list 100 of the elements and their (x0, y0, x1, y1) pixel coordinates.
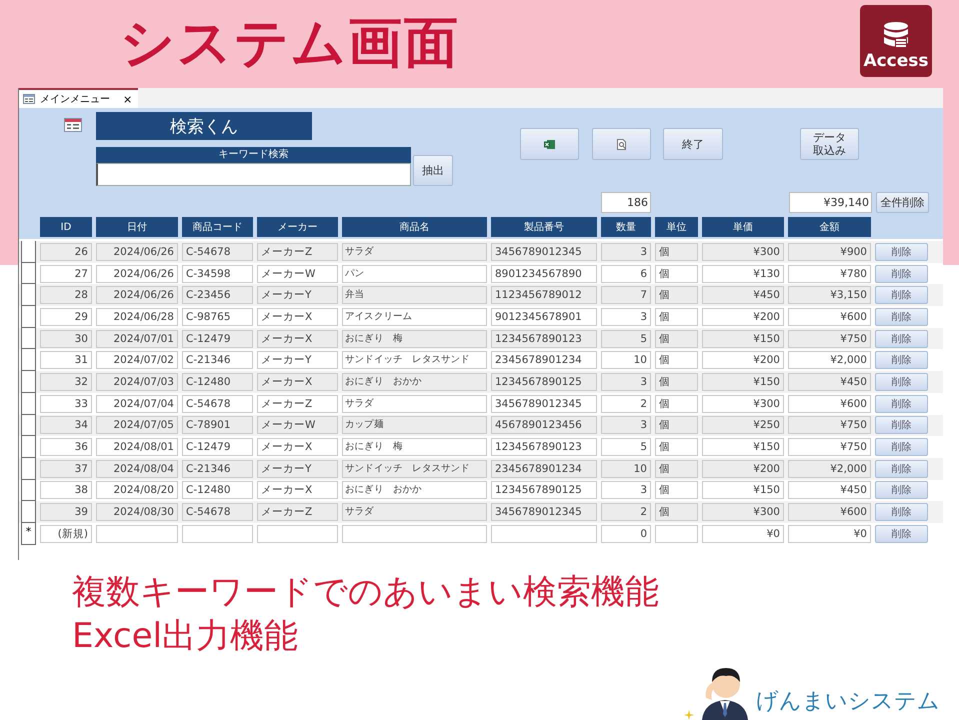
record-selector[interactable] (21, 349, 36, 372)
table-cell: 1123456789012 (491, 286, 597, 304)
table-cell: ¥3,150 (788, 286, 871, 304)
delete-button[interactable]: 削除 (875, 394, 928, 413)
table-cell: ¥2,000 (788, 351, 871, 370)
record-selector[interactable] (21, 436, 36, 458)
form-icon (64, 118, 82, 132)
delete-button[interactable]: 削除 (875, 481, 928, 500)
table-cell: ¥450 (788, 481, 871, 500)
delete-button[interactable]: 削除 (875, 330, 928, 348)
table-cell: サンドイッチ レタスサンド (342, 460, 487, 478)
table-cell: メーカーY (257, 286, 338, 304)
delete-button[interactable]: 削除 (875, 242, 928, 261)
column-header: 商品コード (182, 217, 253, 237)
table-cell: 2 (601, 394, 651, 413)
record-selector[interactable] (21, 306, 36, 328)
table-cell: C-12479 (182, 330, 253, 348)
table-cell: 29 (40, 308, 92, 326)
exit-button[interactable]: 終了 (663, 128, 723, 160)
excel-button[interactable] (520, 128, 579, 160)
table-cell: サンドイッチ レタスサンド (342, 351, 487, 370)
table-cell: ¥0 (702, 524, 784, 543)
total-quantity: 186 (601, 192, 651, 213)
table-cell: 個 (655, 242, 698, 261)
table-cell: メーカーX (257, 438, 338, 456)
record-selector[interactable] (21, 241, 36, 263)
table-cell: 3 (601, 242, 651, 261)
document-tab[interactable]: メインメニュー × (19, 88, 138, 108)
new-record-marker: * (21, 522, 36, 545)
table-cell: メーカーZ (257, 503, 338, 522)
delete-button[interactable]: 削除 (875, 416, 928, 434)
table-cell: 3456789012345 (491, 503, 597, 522)
column-header: 金額 (788, 217, 871, 237)
table-cell: 33 (40, 394, 92, 413)
extract-button[interactable]: 抽出 (413, 155, 453, 186)
table-cell: 2345678901234 (491, 460, 597, 478)
table-cell: ¥150 (702, 438, 784, 456)
record-selector[interactable] (21, 262, 36, 284)
delete-all-button[interactable]: 全件削除 (876, 192, 929, 213)
table-cell: 39 (40, 503, 92, 522)
table-cell: C-78901 (182, 416, 253, 434)
table-cell: 36 (40, 438, 92, 456)
delete-button[interactable]: 削除 (875, 524, 928, 543)
delete-button[interactable]: 削除 (875, 372, 928, 391)
table-cell: 2024/07/04 (96, 394, 178, 413)
table-cell: 個 (655, 308, 698, 326)
delete-button[interactable]: 削除 (875, 286, 928, 304)
table-cell: 8901234567890 (491, 264, 597, 283)
table-cell: おにぎり おかか (342, 372, 487, 391)
record-selector[interactable] (21, 480, 36, 502)
table-cell: 個 (655, 351, 698, 370)
table-cell: ¥200 (702, 308, 784, 326)
table-cell: ¥450 (702, 286, 784, 304)
record-selector[interactable] (21, 284, 36, 306)
table-cell: 2024/06/28 (96, 308, 178, 326)
table-cell: 個 (655, 460, 698, 478)
slide-title: システム画面 (120, 10, 460, 76)
table-cell: 30 (40, 330, 92, 348)
table-cell: おにぎり おかか (342, 481, 487, 500)
table-cell: 個 (655, 416, 698, 434)
delete-button[interactable]: 削除 (875, 503, 928, 522)
keyword-field[interactable] (96, 163, 411, 186)
delete-button[interactable]: 削除 (875, 438, 928, 456)
record-selector[interactable] (21, 501, 36, 523)
preview-button[interactable] (592, 128, 651, 160)
import-button[interactable]: データ 取込み (800, 128, 859, 160)
table-cell: メーカーZ (257, 394, 338, 413)
table-cell: C-54678 (182, 503, 253, 522)
record-selector[interactable] (21, 458, 36, 480)
table-cell: C-23456 (182, 286, 253, 304)
table-cell: サラダ (342, 394, 487, 413)
record-selector[interactable] (21, 371, 36, 393)
table-cell: 10 (601, 351, 651, 370)
record-selector[interactable] (21, 414, 36, 436)
table-cell: 個 (655, 438, 698, 456)
table-cell: 0 (601, 524, 651, 543)
table-cell: 個 (655, 503, 698, 522)
column-header: 数量 (601, 217, 651, 237)
delete-button[interactable]: 削除 (875, 264, 928, 283)
table-cell: C-12480 (182, 481, 253, 500)
empty-cell (655, 524, 698, 543)
delete-button[interactable]: 削除 (875, 460, 928, 478)
record-selector[interactable] (21, 392, 36, 414)
table-cell: ¥300 (702, 394, 784, 413)
table-cell: 5 (601, 438, 651, 456)
delete-button[interactable]: 削除 (875, 308, 928, 326)
table-cell: ¥600 (788, 503, 871, 522)
table-cell: 2024/08/01 (96, 438, 178, 456)
table-cell: 3 (601, 308, 651, 326)
table-cell: 個 (655, 330, 698, 348)
table-cell: 3 (601, 372, 651, 391)
table-cell: ¥750 (788, 416, 871, 434)
column-header: 商品名 (342, 217, 487, 237)
delete-button[interactable]: 削除 (875, 351, 928, 370)
close-button[interactable]: × (123, 92, 132, 106)
table-cell: おにぎり 梅 (342, 330, 487, 348)
sparkle-icon (684, 710, 694, 720)
record-selector[interactable] (21, 328, 36, 350)
table-cell: C-98765 (182, 308, 253, 326)
table-cell: 2024/06/26 (96, 286, 178, 304)
